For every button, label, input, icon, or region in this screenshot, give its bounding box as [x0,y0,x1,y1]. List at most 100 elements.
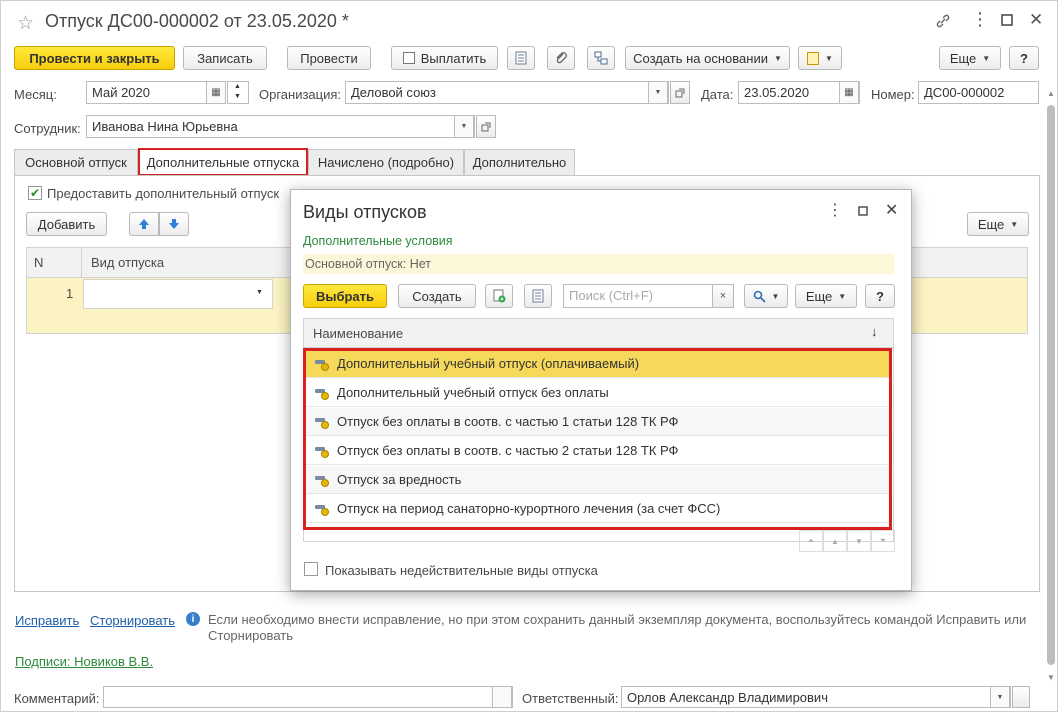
post-and-close-button[interactable]: Провести и закрыть [14,46,175,70]
chevron-down-icon: ▼ [773,53,782,63]
help-button[interactable]: ? [1009,46,1039,70]
create-button[interactable]: Создать [398,284,476,308]
column-name-header[interactable]: Наименование [313,326,403,341]
chevron-down-icon: ▼ [982,53,991,63]
add-button[interactable]: Добавить [26,212,107,236]
month-input[interactable]: Май 2020 ▦ [86,81,226,104]
tab-additional-vacations[interactable]: Дополнительные отпуска [138,148,308,176]
chevron-down-icon: ▼ [771,291,780,301]
open-organization-icon[interactable] [670,81,690,104]
organization-label: Организация: [259,87,342,102]
more-label: Еще [949,50,977,66]
stepper-up-icon[interactable]: ▲ [234,83,241,90]
number-value: ДС00-000002 [924,85,1005,100]
window-title: Отпуск ДС00-000002 от 23.05.2020 * [45,11,349,31]
list-highlight-frame [303,348,892,530]
chevron-down-icon: ▼ [838,291,847,301]
main-vacation-filter: Основной отпуск: Нет [303,254,894,274]
comment-expand-icon[interactable] [492,687,512,707]
dialog-close-icon[interactable]: ✕ [885,200,898,220]
clear-search-icon[interactable]: × [712,284,734,308]
table-more-button[interactable]: Еще ▼ [967,212,1029,236]
save-button[interactable]: Записать [183,46,267,70]
comment-input[interactable] [103,686,513,708]
number-input[interactable]: ДС00-000002 [918,81,1039,104]
chevron-down-icon: ▼ [1010,219,1019,229]
chevron-down-icon: ▼ [825,53,833,63]
post-button[interactable]: Провести [287,46,371,70]
pay-icon [402,52,415,64]
responsible-input[interactable]: Орлов Александр Владимирович ▼ [621,686,1011,708]
structure-icon[interactable] [587,46,615,70]
print-report-button[interactable]: ▼ [798,46,842,70]
fix-link[interactable]: Исправить [15,613,79,628]
pay-button[interactable]: Выплатить [391,46,498,70]
date-input[interactable]: 23.05.2020 ▦ [738,81,860,104]
provide-additional-label: Предоставить дополнительный отпуск [47,186,280,201]
tab-additional[interactable]: Дополнительно [464,149,575,175]
column-n: N [34,255,44,270]
window-scrollbar[interactable] [1047,105,1055,665]
attachment-icon[interactable] [547,46,575,70]
scroll-up-icon[interactable]: ▲ [1047,89,1055,98]
dropdown-arrow-icon[interactable]: ▼ [990,687,1010,707]
month-label: Месяц: [14,87,57,102]
pay-label: Выплатить [420,50,487,66]
dialog-more-button[interactable]: Еще ▼ [795,284,857,308]
maximize-icon[interactable] [1001,13,1013,29]
move-down-icon[interactable] [159,212,189,236]
create-based-on-button[interactable]: Создать на основании ▼ [625,46,790,70]
calendar-icon[interactable]: ▦ [206,82,225,103]
date-value: 23.05.2020 [744,85,810,100]
select-button[interactable]: Выбрать [303,284,387,308]
dialog-maximize-icon[interactable] [858,205,868,219]
search-options-button[interactable]: ▼ [744,284,788,308]
list-view-icon[interactable] [524,284,552,308]
close-icon[interactable]: ✕ [1029,10,1043,30]
copy-item-icon[interactable] [485,284,513,308]
dropdown-arrow-icon[interactable]: ▼ [256,289,263,296]
dialog-title: Виды отпусков [303,202,427,222]
organization-input[interactable]: Деловой союз ▼ [345,81,669,104]
dialog-menu-dots-icon[interactable]: ⋮ [827,200,843,220]
more-button[interactable]: Еще ▼ [939,46,1001,70]
vacation-type-cell-input[interactable]: ▼ [83,279,273,309]
show-invalid-label: Показывать недействительные виды отпуска [325,563,598,578]
employee-input[interactable]: Иванова Нина Юрьевна ▼ [86,115,475,138]
favorite-star-icon[interactable]: ☆ [17,12,34,35]
list-icon[interactable] [507,46,535,70]
provide-additional-checkbox[interactable]: ✔ [28,186,42,200]
scroll-up-icon[interactable]: ▲ [823,530,847,552]
column-vacation-type: Вид отпуска [91,255,165,270]
employee-value: Иванова Нина Юрьевна [92,119,238,134]
search-input[interactable]: Поиск (Ctrl+F) [563,284,713,308]
open-responsible-icon[interactable] [1012,686,1030,708]
document-clock-icon [807,51,820,65]
dialog-help-button[interactable]: ? [865,284,895,308]
menu-dots-icon[interactable]: ⋮ [971,9,989,30]
storno-link[interactable]: Сторнировать [90,613,175,628]
employee-label: Сотрудник: [14,121,81,136]
info-icon: i [186,612,200,626]
signatures-link[interactable]: Подписи: Новиков В.В. [15,654,153,669]
tab-accrued-detailed[interactable]: Начислено (подробно) [308,149,464,175]
month-value: Май 2020 [92,85,150,100]
open-employee-icon[interactable] [476,115,496,138]
sort-arrow-icon[interactable]: ↓ [871,324,878,339]
move-up-icon[interactable] [129,212,159,236]
responsible-value: Орлов Александр Владимирович [627,690,828,705]
dropdown-arrow-icon[interactable]: ▼ [454,116,474,137]
month-stepper[interactable]: ▲ ▼ [227,81,249,104]
scroll-bottom-icon[interactable]: ⏷ [871,530,895,552]
calendar-icon[interactable]: ▦ [839,82,859,103]
dropdown-arrow-icon[interactable]: ▼ [648,82,668,103]
tab-main-vacation[interactable]: Основной отпуск [14,149,138,175]
scroll-down-icon[interactable]: ▼ [1047,673,1055,682]
stepper-down-icon[interactable]: ▼ [234,93,241,100]
info-text: Если необходимо внести исправление, но п… [208,612,1027,643]
link-icon[interactable] [935,13,951,32]
show-invalid-checkbox[interactable] [304,562,318,576]
scroll-top-icon[interactable]: ⏶ [799,530,823,552]
scroll-down-icon[interactable]: ▼ [847,530,871,552]
magnifier-icon [753,290,766,303]
